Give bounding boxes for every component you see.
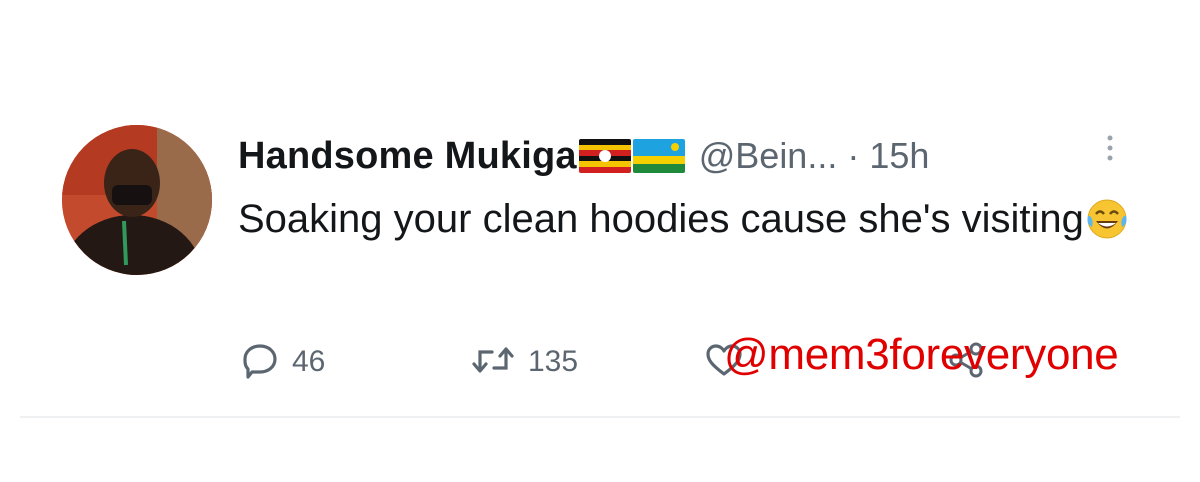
retweet-button[interactable]: 135 <box>470 335 578 389</box>
tweet-header: Handsome Mukiga @Bein... · 15h <box>238 128 929 184</box>
uganda-flag-icon <box>578 139 631 173</box>
more-icon[interactable] <box>1100 130 1120 170</box>
tweet-text-content: Soaking your clean hoodies cause she's v… <box>238 197 1084 241</box>
reply-button[interactable]: 46 <box>240 335 325 389</box>
rwanda-flag-icon <box>632 139 685 173</box>
retweet-icon <box>470 340 516 385</box>
avatar[interactable] <box>62 125 212 275</box>
page: Handsome Mukiga @Bein... · 15h Soaking y… <box>0 0 1200 482</box>
reply-icon <box>240 340 280 385</box>
retweet-count: 135 <box>528 345 579 378</box>
watermark: @mem3foreveryone <box>724 330 1119 379</box>
user-handle[interactable]: @Bein... <box>699 135 838 177</box>
separator-dot: · <box>847 135 860 176</box>
tweet-text: Soaking your clean hoodies cause she's v… <box>238 188 1138 250</box>
timestamp[interactable]: 15h <box>869 135 929 177</box>
tweet-card[interactable]: Handsome Mukiga @Bein... · 15h Soaking y… <box>0 0 1200 482</box>
reply-count: 46 <box>292 345 326 378</box>
display-name[interactable]: Handsome Mukiga <box>238 135 577 178</box>
face-with-tears-of-joy-icon <box>1084 194 1130 240</box>
divider <box>20 416 1180 418</box>
